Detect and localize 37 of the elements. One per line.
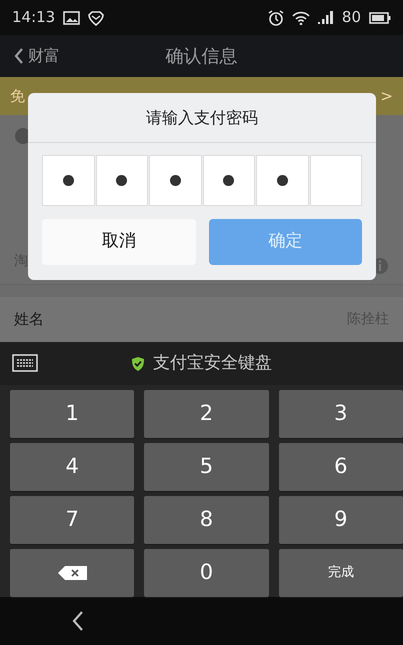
image-icon bbox=[63, 10, 80, 24]
key-button[interactable]: 2 bbox=[144, 390, 269, 438]
dialog-title: 请输入支付密码 bbox=[146, 106, 258, 128]
key-button[interactable]: 4 bbox=[10, 443, 134, 491]
keyboard-icon[interactable] bbox=[12, 354, 38, 372]
password-dot bbox=[223, 175, 234, 186]
password-dot bbox=[170, 175, 181, 186]
battery-icon bbox=[369, 12, 391, 24]
key-button[interactable]: 6 bbox=[278, 443, 403, 491]
key-button[interactable]: 1 bbox=[10, 390, 134, 438]
alarm-icon bbox=[268, 10, 284, 26]
shield-icon bbox=[88, 10, 104, 26]
password-dot bbox=[62, 175, 74, 186]
page-title: 确认信息 bbox=[166, 44, 238, 68]
done-button[interactable]: 完成 bbox=[278, 549, 403, 597]
back-button[interactable]: 财富 bbox=[14, 44, 60, 68]
delete-button[interactable] bbox=[10, 549, 134, 597]
key-button[interactable]: 8 bbox=[144, 496, 269, 544]
password-dot bbox=[276, 175, 288, 186]
clock-time: 14:13 bbox=[12, 7, 56, 28]
key-button[interactable]: 3 bbox=[278, 390, 403, 438]
password-dot bbox=[116, 175, 128, 186]
backspace-icon bbox=[58, 566, 87, 580]
wifi-icon bbox=[292, 10, 310, 24]
banner-text: 免 bbox=[10, 86, 25, 107]
key-button[interactable]: 7 bbox=[10, 496, 134, 544]
back-icon bbox=[14, 47, 24, 65]
shield-check-icon bbox=[131, 356, 145, 372]
field-label: 姓名 bbox=[14, 309, 44, 330]
battery-level: 80 bbox=[342, 7, 361, 28]
back-icon[interactable] bbox=[72, 610, 84, 632]
keyboard-title: 支付宝安全键盘 bbox=[153, 352, 272, 375]
cancel-button[interactable]: 取消 bbox=[42, 219, 196, 265]
key-button[interactable]: 0 bbox=[144, 549, 269, 597]
key-button[interactable]: 5 bbox=[144, 443, 269, 491]
signal-icon bbox=[318, 11, 334, 24]
key-button[interactable]: 9 bbox=[278, 496, 403, 544]
